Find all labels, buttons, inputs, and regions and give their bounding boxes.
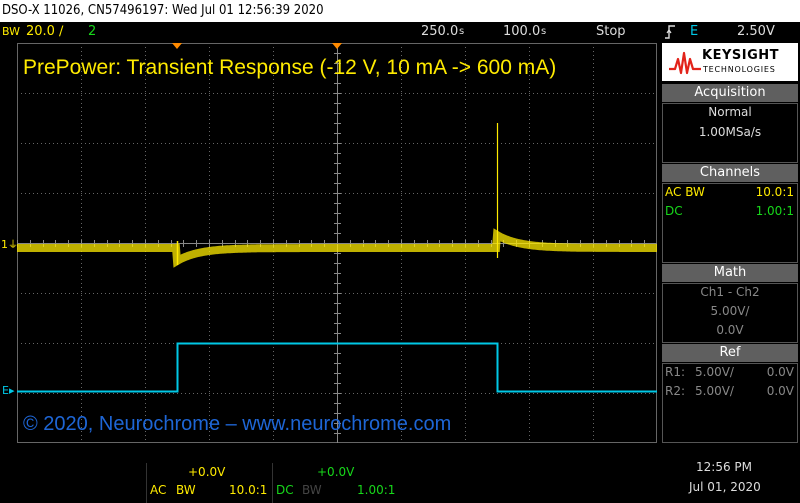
ch2-coupling: DC: [276, 483, 294, 497]
trigger-rising-edge-icon: [664, 22, 676, 42]
side-panel: KEYSIGHT TECHNOLOGIES Acquisition Normal…: [660, 43, 800, 443]
ref-scale: 5.00V/: [695, 384, 734, 398]
delay-position-marker: [332, 43, 342, 49]
ch2-bw-limit: BW: [302, 483, 322, 497]
trigger-source[interactable]: E: [690, 22, 698, 42]
keysight-wave-icon: [669, 51, 701, 75]
math-offset: 0.0V: [716, 323, 744, 337]
run-state[interactable]: Stop: [596, 22, 626, 42]
bw-limit-badge: BW: [2, 25, 21, 38]
channel-row-value: 10.0:1: [755, 185, 794, 199]
waveform-display[interactable]: PrePower: Transient Response (-12 V, 10 …: [17, 43, 657, 443]
clock-time: 12:56 PM: [696, 460, 752, 474]
ref-box: R1: 5.00V/ 0.0V R2: 5.00V/ 0.0V: [662, 363, 798, 443]
window-title: DSO-X 11026, CN57496197: Wed Jul 01 12:5…: [2, 3, 324, 18]
channel-row-label: DC: [665, 204, 683, 218]
math-header[interactable]: Math: [662, 264, 798, 282]
ch1-bw-limit: BW: [176, 483, 196, 497]
acquisition-mode: Normal: [708, 105, 752, 119]
math-box: Ch1 - Ch2 5.00V/ 0.0V: [662, 283, 798, 343]
graticule: [17, 43, 657, 443]
acquisition-rate: 1.00MSa/s: [698, 125, 762, 139]
ch2-probe: 1.00:1: [357, 483, 396, 497]
ch1-scale[interactable]: 20.0: [26, 22, 55, 42]
acquisition-box: Normal 1.00MSa/s: [662, 103, 798, 163]
status-bar: BW 20.0 ∕ 2 250.0 s 100.0 s Stop E 2.50V: [0, 22, 800, 42]
clock-date: Jul 01, 2020: [689, 480, 761, 494]
delay-value[interactable]: 100.0: [503, 22, 540, 42]
ref-name: R2:: [665, 384, 686, 398]
math-scale: 5.00V/: [710, 304, 750, 318]
brand-name: KEYSIGHT: [702, 48, 779, 63]
ch1-ground-marker[interactable]: 1⏚: [1, 236, 18, 251]
channels-header[interactable]: Channels: [662, 164, 798, 182]
brand-sub: TECHNOLOGIES: [703, 65, 776, 74]
channel-row-label: AC BW: [665, 185, 705, 199]
ch1-coupling: AC: [150, 483, 167, 497]
ch1-softkey[interactable]: +0.0V AC BW 10.0:1: [146, 463, 271, 503]
ch2-softkey[interactable]: +0.0V DC BW 1.00:1: [272, 463, 399, 503]
brand-logo: KEYSIGHT TECHNOLOGIES: [662, 43, 798, 81]
trigger-level[interactable]: 2.50V: [737, 22, 775, 42]
ref-scale: 5.00V/: [695, 365, 734, 379]
ch2-indicator[interactable]: 2: [88, 22, 96, 42]
ref-offset: 0.0V: [766, 365, 794, 379]
ch2-offset: +0.0V: [317, 465, 355, 479]
channels-box: AC BW 10.0:1 DC 1.00:1: [662, 183, 798, 263]
ch1-offset: +0.0V: [188, 465, 226, 479]
acquisition-header[interactable]: Acquisition: [662, 84, 798, 102]
ref-header[interactable]: Ref: [662, 344, 798, 362]
bottom-status-bar: +0.0V AC BW 10.0:1 +0.0V DC BW 1.00:1 12…: [0, 447, 800, 503]
math-function: Ch1 - Ch2: [700, 285, 760, 299]
timebase-unit: s: [459, 26, 465, 37]
screen-copyright: © 2020, Neurochrome – www.neurochrome.co…: [23, 413, 452, 435]
screen-headline: PrePower: Transient Response (-12 V, 10 …: [23, 56, 557, 79]
channel-row-value: 1.00:1: [755, 204, 794, 218]
ch1-probe: 10.0:1: [229, 483, 268, 497]
trigger-position-marker: [172, 43, 182, 49]
ref-name: R1:: [665, 365, 686, 379]
ch2-ground-marker[interactable]: E▸: [2, 384, 14, 397]
delay-unit: s: [541, 26, 547, 37]
window-title-bar: DSO-X 11026, CN57496197: Wed Jul 01 12:5…: [0, 0, 800, 22]
ch1-scale-unit-icon: ∕: [59, 24, 64, 39]
timebase-value[interactable]: 250.0: [421, 22, 458, 42]
ref-offset: 0.0V: [766, 384, 794, 398]
